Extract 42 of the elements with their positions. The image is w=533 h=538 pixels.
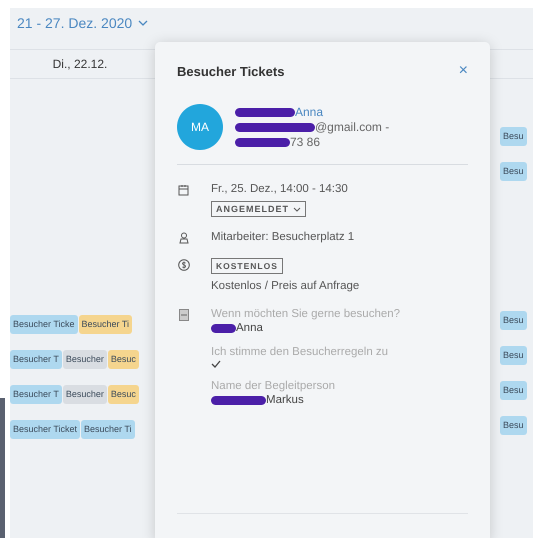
status-dropdown[interactable]: ANGEMELDET [211, 201, 306, 217]
form-question: Wenn möchten Sie gerne besuchen? [211, 308, 400, 320]
chevron-icon [138, 20, 148, 26]
popup-title: Besucher Tickets [177, 64, 284, 78]
form-answer: Markus [266, 394, 304, 406]
event-chip[interactable]: Besu [500, 416, 527, 435]
event-chip[interactable]: Besucher Ti [78, 315, 132, 334]
price-badge: KOSTENLOS [211, 258, 283, 274]
contact-email: @gmail.com - [315, 120, 390, 134]
form-question: Ich stimme den Besucherregeln zu [211, 346, 390, 358]
redaction [235, 108, 295, 116]
avatar: MA [177, 104, 223, 150]
form-answer: Anna [236, 322, 263, 334]
day-header: Di., 22.12. [52, 57, 108, 71]
event-chip[interactable]: Besucher T [10, 350, 62, 369]
event-chip[interactable]: Besuc [108, 350, 139, 369]
event-chip[interactable]: Besucher Ticke [10, 315, 78, 334]
contact-name[interactable]: Anna [295, 105, 324, 119]
event-chip[interactable]: Besu [500, 381, 527, 400]
staff-label: Mitarbeiter: Besucherplatz 1 [211, 231, 354, 243]
event-chip[interactable]: Besuc [108, 385, 139, 404]
appointment-time: Fr., 25. Dez., 14:00 - 14:30 [211, 183, 348, 195]
event-chip[interactable]: Besucher Ti [81, 420, 135, 439]
event-chip[interactable]: Besu [500, 346, 527, 365]
date-range-dropdown[interactable]: 21 - 27. Dez. 2020 [17, 15, 148, 31]
person-icon [179, 232, 189, 244]
event-chip[interactable]: Besu [500, 162, 527, 181]
contact-phone: 73 86 [290, 135, 320, 149]
price-text: Kostenlos / Preis auf Anfrage [211, 280, 360, 292]
close-button[interactable]: × [458, 62, 468, 80]
event-chip[interactable]: Besucher [62, 350, 107, 369]
chevron-icon [293, 206, 301, 212]
event-chip[interactable]: Besucher Ticket [10, 420, 80, 439]
event-chip[interactable]: Besu [500, 127, 527, 146]
event-chip[interactable]: Besucher T [10, 385, 62, 404]
form-icon [179, 309, 189, 321]
redaction [235, 138, 290, 146]
form-question: Name der Begleitperson [211, 380, 336, 392]
dollar-icon [178, 259, 190, 271]
calendar-icon [178, 184, 190, 196]
event-chip[interactable]: Besu [500, 311, 527, 330]
event-chip[interactable]: Besucher [62, 385, 107, 404]
